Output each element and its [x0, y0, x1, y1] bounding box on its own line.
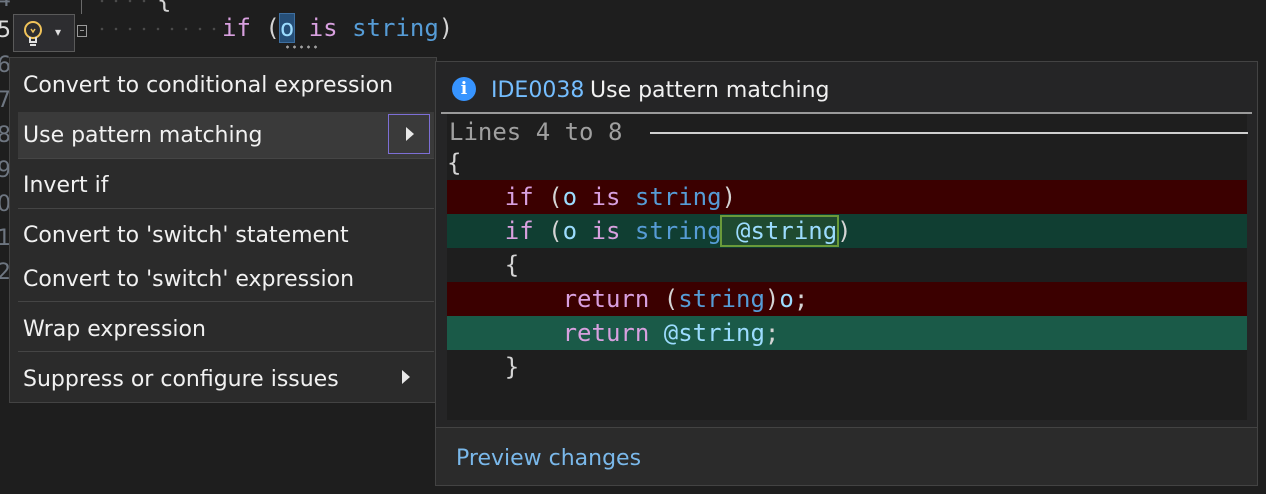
- diagnostic-id-link[interactable]: IDE0038: [491, 78, 584, 103]
- preview-footer: Preview changes: [435, 427, 1258, 486]
- outline-guide: [81, 0, 82, 14]
- menu-item-invert-if[interactable]: Invert if: [18, 162, 434, 208]
- menu-item-convert-switch-expression[interactable]: Convert to 'switch' expression: [18, 256, 434, 302]
- lightbulb-icon: [24, 21, 42, 46]
- menu-separator: [18, 208, 434, 209]
- menu-item-wrap-expression[interactable]: Wrap expression: [18, 306, 434, 352]
- chevron-right-icon: [406, 127, 414, 141]
- menu-separator: [18, 158, 434, 159]
- diff-line-added: return @string;: [447, 316, 1247, 350]
- line-number: 5: [0, 18, 11, 43]
- menu-item-convert-switch-statement[interactable]: Convert to 'switch' statement: [18, 212, 434, 258]
- lines-header-rule: [650, 132, 1248, 134]
- line-number: 4: [0, 0, 11, 12]
- inserted-token: @string: [719, 215, 840, 247]
- diagnostic-message: Use pattern matching: [590, 78, 830, 103]
- diff-line-removed: if (o is string): [447, 180, 1247, 214]
- diff-line: {: [447, 149, 462, 177]
- lightbulb-button[interactable]: ▾: [13, 14, 75, 52]
- submenu-expand-button[interactable]: [388, 114, 430, 154]
- diff-preview: Lines 4 to 8 { if (o is string) if (o is…: [447, 114, 1248, 420]
- preview-changes-link[interactable]: Preview changes: [456, 446, 641, 471]
- diff-line-removed: return (string)o;: [447, 282, 1247, 316]
- diff-line: {: [447, 251, 520, 279]
- menu-item-convert-conditional[interactable]: Convert to conditional expression: [18, 62, 434, 108]
- code-brace: {: [157, 0, 172, 14]
- whitespace-dots: [95, 0, 155, 6]
- diff-line-added: if (o is string @string): [447, 214, 1247, 248]
- chevron-right-icon: [402, 370, 410, 384]
- suggestion-dots: [284, 45, 318, 49]
- menu-item-use-pattern-matching[interactable]: Use pattern matching: [18, 112, 434, 158]
- menu-item-suppress-configure[interactable]: Suppress or configure issues: [18, 356, 434, 402]
- lines-range-header: Lines 4 to 8: [449, 118, 623, 146]
- menu-separator: [18, 351, 434, 352]
- editor-code-line[interactable]: if (o is string): [222, 13, 453, 43]
- collapse-icon[interactable]: [77, 25, 87, 37]
- preview-panel: i IDE0038 Use pattern matching Lines 4 t…: [435, 61, 1258, 428]
- selected-identifier: o: [278, 13, 296, 43]
- info-icon: i: [452, 77, 476, 101]
- chevron-down-icon[interactable]: ▾: [55, 25, 61, 39]
- diff-line: }: [447, 353, 520, 381]
- menu-separator: [18, 301, 434, 302]
- quick-actions-menu: Convert to conditional expression Use pa…: [9, 57, 437, 403]
- whitespace-dots: [95, 24, 217, 34]
